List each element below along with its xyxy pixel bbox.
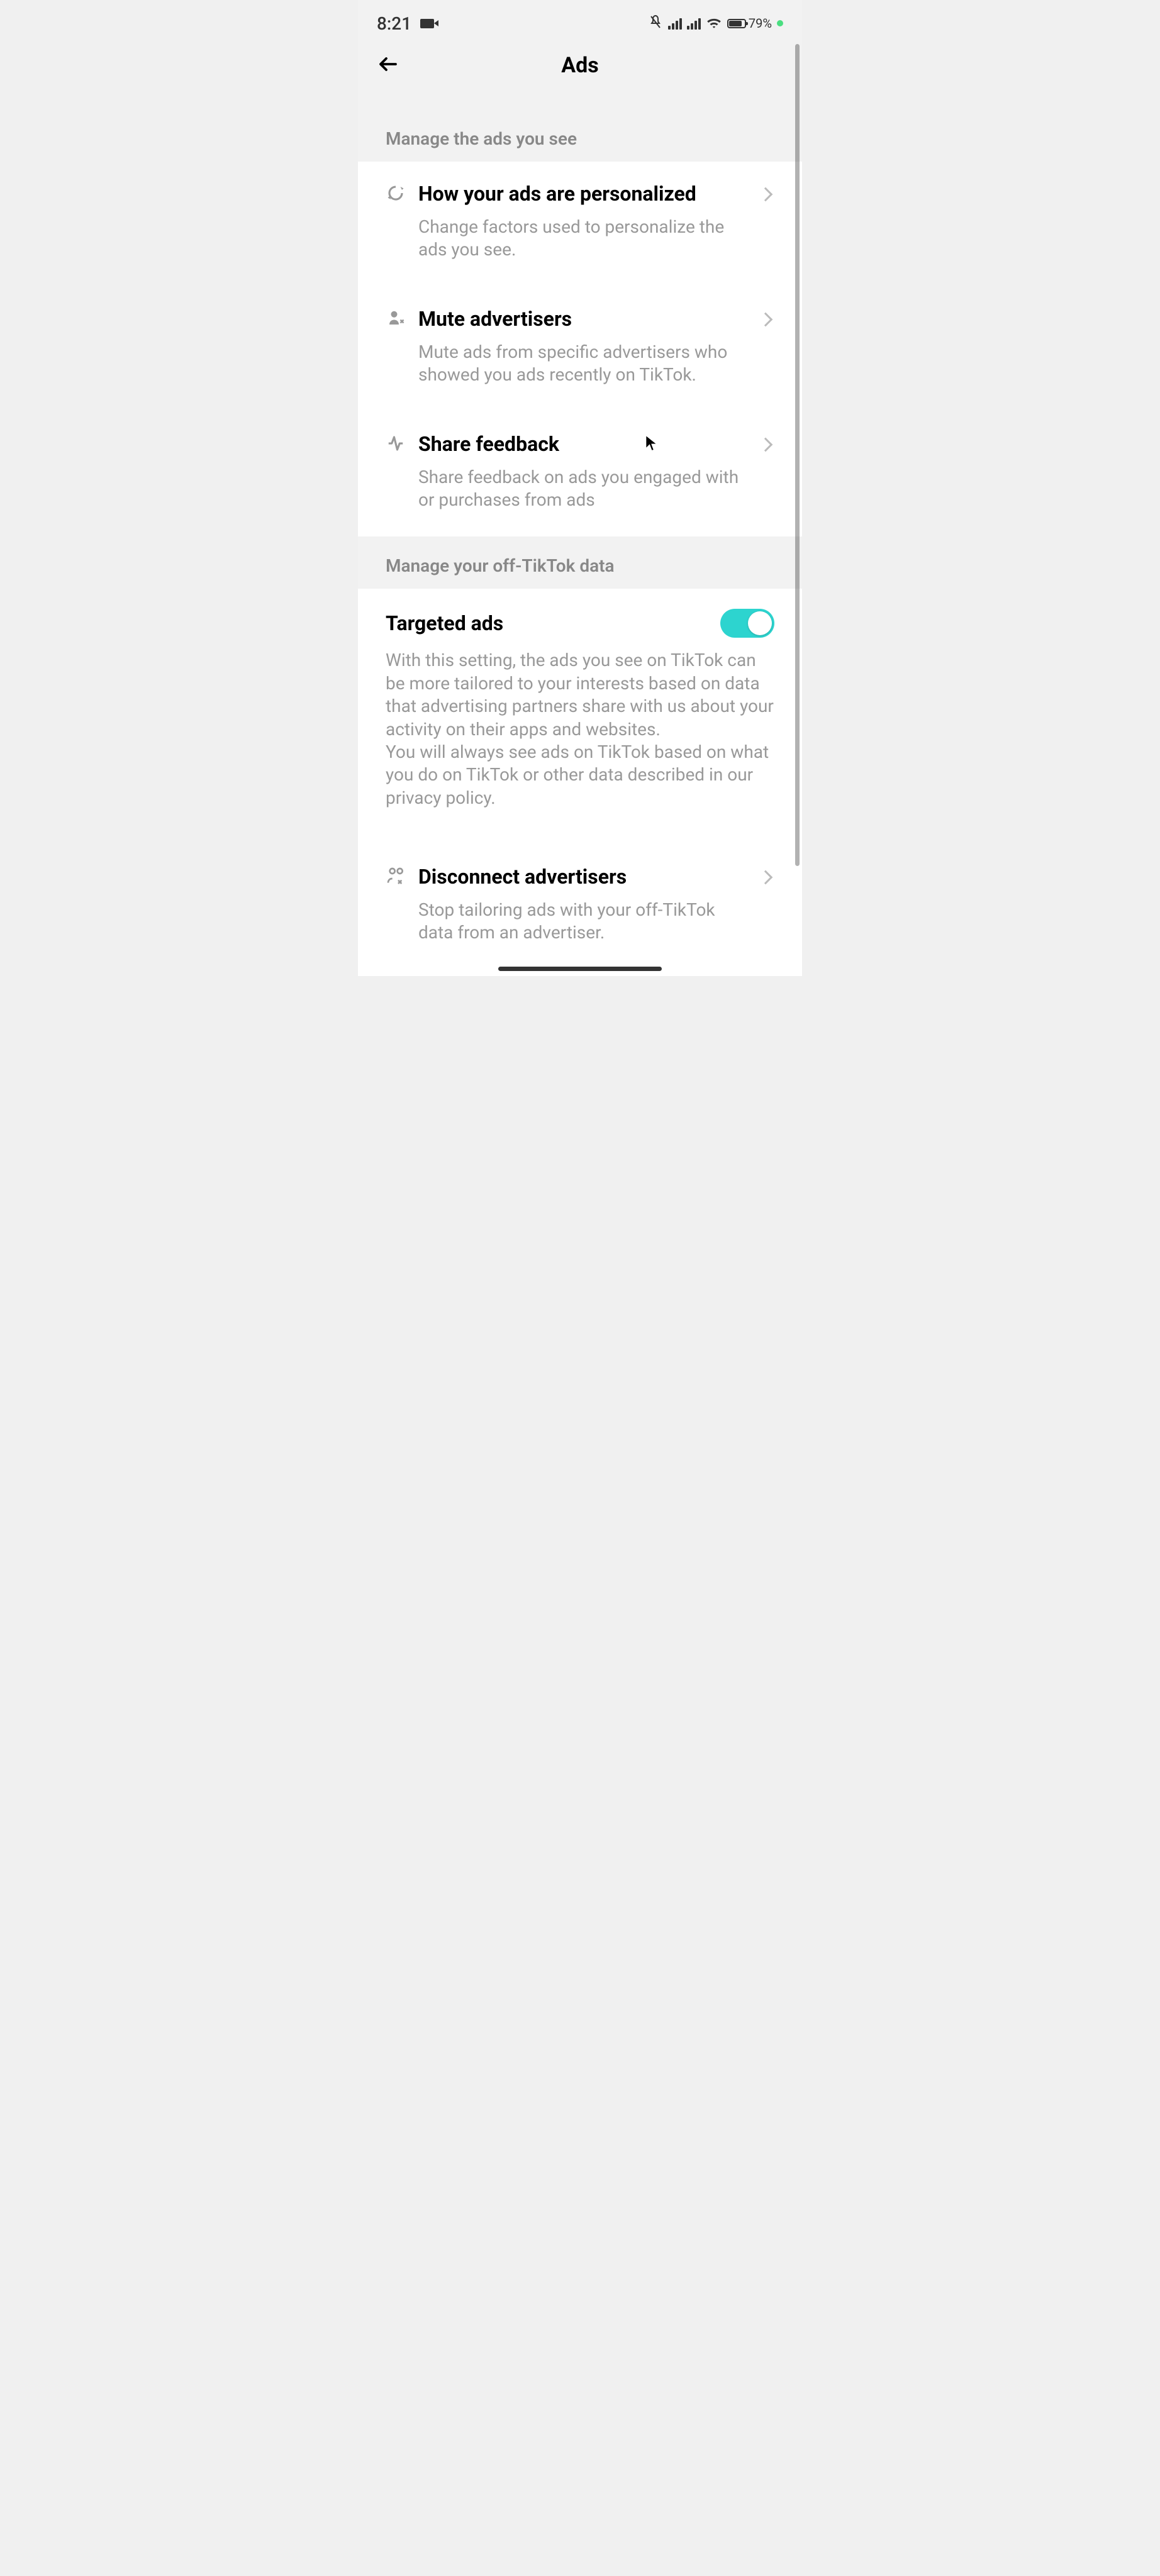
recording-indicator-dot bbox=[777, 20, 783, 26]
activity-icon bbox=[386, 433, 406, 453]
list-item-title: How your ads are personalized bbox=[418, 182, 748, 206]
scrollbar[interactable] bbox=[795, 44, 800, 957]
chevron-right-icon bbox=[759, 870, 773, 885]
notification-mute-icon bbox=[648, 14, 663, 32]
list-item-personalized[interactable]: How your ads are personalized Change fac… bbox=[358, 162, 802, 287]
list-item-disconnect[interactable]: Disconnect advertisers Stop tailoring ad… bbox=[358, 835, 802, 970]
toggle-title: Targeted ads bbox=[386, 611, 503, 635]
list-item-description: Mute ads from specific advertisers who s… bbox=[418, 341, 748, 387]
section-header-off-tiktok: Manage your off-TikTok data bbox=[358, 536, 802, 589]
list-item-title: Share feedback bbox=[418, 432, 748, 456]
page-title: Ads bbox=[377, 53, 783, 78]
mouse-cursor bbox=[644, 434, 659, 453]
list-item-description: Share feedback on ads you engaged with o… bbox=[418, 466, 748, 512]
status-time: 8:21 bbox=[377, 13, 411, 34]
section-header-manage-ads: Manage the ads you see bbox=[358, 91, 802, 162]
chevron-right-icon bbox=[759, 437, 773, 452]
battery-percentage: 79% bbox=[749, 16, 772, 31]
toggle-item-targeted-ads: Targeted ads With this setting, the ads … bbox=[358, 589, 802, 835]
status-bar: 8:21 79% bbox=[358, 0, 802, 40]
camera-recording-icon bbox=[420, 19, 434, 28]
personalize-icon bbox=[386, 183, 406, 203]
list-item-description: Change factors used to personalize the a… bbox=[418, 216, 748, 262]
list-item-title: Disconnect advertisers bbox=[418, 865, 748, 889]
back-arrow-icon bbox=[377, 53, 399, 75]
list-item-description: Stop tailoring ads with your off-TikTok … bbox=[418, 899, 748, 945]
disconnect-icon bbox=[386, 866, 406, 886]
list-item-mute[interactable]: Mute advertisers Mute ads from specific … bbox=[358, 287, 802, 412]
signal-strength-icon bbox=[668, 17, 682, 30]
back-button[interactable] bbox=[377, 53, 399, 78]
list-item-title: Mute advertisers bbox=[418, 307, 748, 331]
mute-advertiser-icon bbox=[386, 308, 406, 328]
chevron-right-icon bbox=[759, 312, 773, 326]
wifi-icon bbox=[706, 16, 722, 31]
toggle-description: With this setting, the ads you see on Ti… bbox=[386, 649, 774, 809]
targeted-ads-toggle[interactable] bbox=[720, 609, 774, 638]
page-header: Ads bbox=[358, 40, 802, 91]
chevron-right-icon bbox=[759, 187, 773, 202]
battery-icon bbox=[727, 19, 746, 28]
signal-strength-icon-2 bbox=[687, 17, 701, 30]
list-item-feedback[interactable]: Share feedback Share feedback on ads you… bbox=[358, 412, 802, 537]
home-indicator[interactable] bbox=[498, 967, 662, 971]
